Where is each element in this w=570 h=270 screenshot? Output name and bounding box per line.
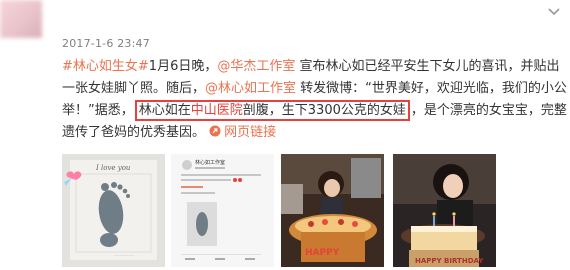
footprint-caption: I love you — [95, 164, 131, 172]
highlight-text-pre: 林心如在 — [138, 103, 191, 118]
post-text: #林心如生女#1月6日晚，@华杰工作室 宣布林心如已经平安生下女儿的喜讯，并贴出… — [62, 56, 567, 144]
highlight-box: 林心如在中山医院剖腹，生下3300公克的女娃 — [134, 100, 410, 121]
web-link[interactable]: 网页链接 — [209, 125, 276, 140]
avatar[interactable] — [0, 0, 42, 38]
footprint-image[interactable]: I love you ＿＿＿＿＿ — [62, 154, 165, 267]
repost-title: 林心如工作室 — [195, 159, 225, 166]
repost-screenshot-image[interactable]: 林心如工作室 — [171, 154, 274, 267]
hashtag-link[interactable]: #林心如生女# — [62, 59, 149, 74]
highlight-text-post: 剖腹，生下3300公克的女娃 — [242, 103, 406, 118]
post-text-1: 1月6日晚， — [148, 59, 218, 74]
birthday-text: HAPPY BIRTHDAY — [415, 257, 484, 265]
girl-cake-image[interactable]: HAPPY — [281, 154, 384, 267]
highlight-text-hospital: 中山医院 — [190, 103, 243, 118]
timestamp[interactable]: 2017-1-6 23:47 — [62, 37, 150, 50]
mention-link-2[interactable]: @林心如工作室 — [205, 81, 296, 96]
link-icon — [209, 125, 221, 137]
web-link-label: 网页链接 — [224, 125, 277, 140]
chevron-down-icon[interactable] — [546, 6, 562, 20]
svg-text:HAPPY: HAPPY — [305, 248, 340, 258]
birthday-image[interactable]: HAPPY BIRTHDAY — [393, 154, 496, 267]
mention-link-1[interactable]: @华杰工作室 — [217, 59, 295, 74]
svg-text:＿＿＿＿＿: ＿＿＿＿＿ — [114, 251, 134, 256]
